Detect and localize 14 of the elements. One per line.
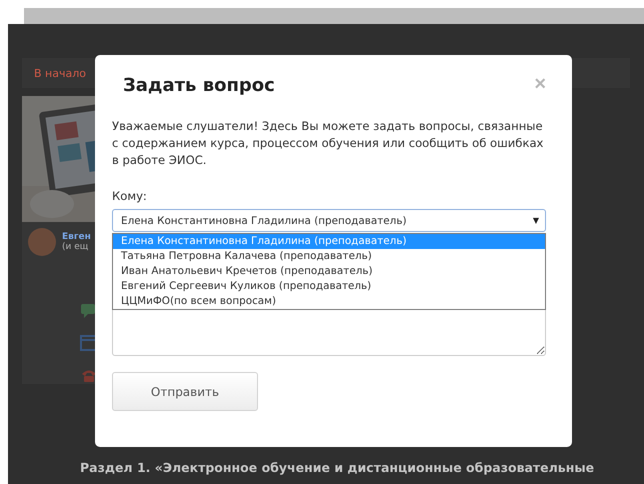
- recipient-select[interactable]: Елена Константиновна Гладилина (преподаватель) ▼: [112, 209, 546, 232]
- recipient-option[interactable]: Иван Анатольевич Кречетов (преподаватель): [113, 264, 545, 279]
- recipient-option[interactable]: Евгений Сергеевич Куликов (преподаватель): [113, 279, 545, 294]
- recipient-label: Кому:: [112, 189, 148, 203]
- recipient-option[interactable]: ЦЦМиФО(по всем вопросам): [113, 294, 545, 309]
- author-name[interactable]: Евген: [62, 232, 91, 242]
- section-heading: Раздел 1. «Электронное обучение и дистанционные образовательные: [80, 460, 594, 475]
- avatar: [28, 228, 56, 256]
- submit-button[interactable]: Отправить: [112, 372, 258, 411]
- chat-icon: [80, 302, 98, 320]
- dialog-description: Уважаемые слушатели! Здесь Вы можете задать вопросы, связанные с содержанием курса, процессом обучения или сообщить об ошибках в работе ЭИОС.: [112, 118, 544, 169]
- author-note: (и ещ: [62, 242, 90, 252]
- recipient-option[interactable]: Татьяна Петровна Калачева (преподаватель): [113, 249, 545, 264]
- dialog-title: Задать вопрос: [123, 75, 275, 96]
